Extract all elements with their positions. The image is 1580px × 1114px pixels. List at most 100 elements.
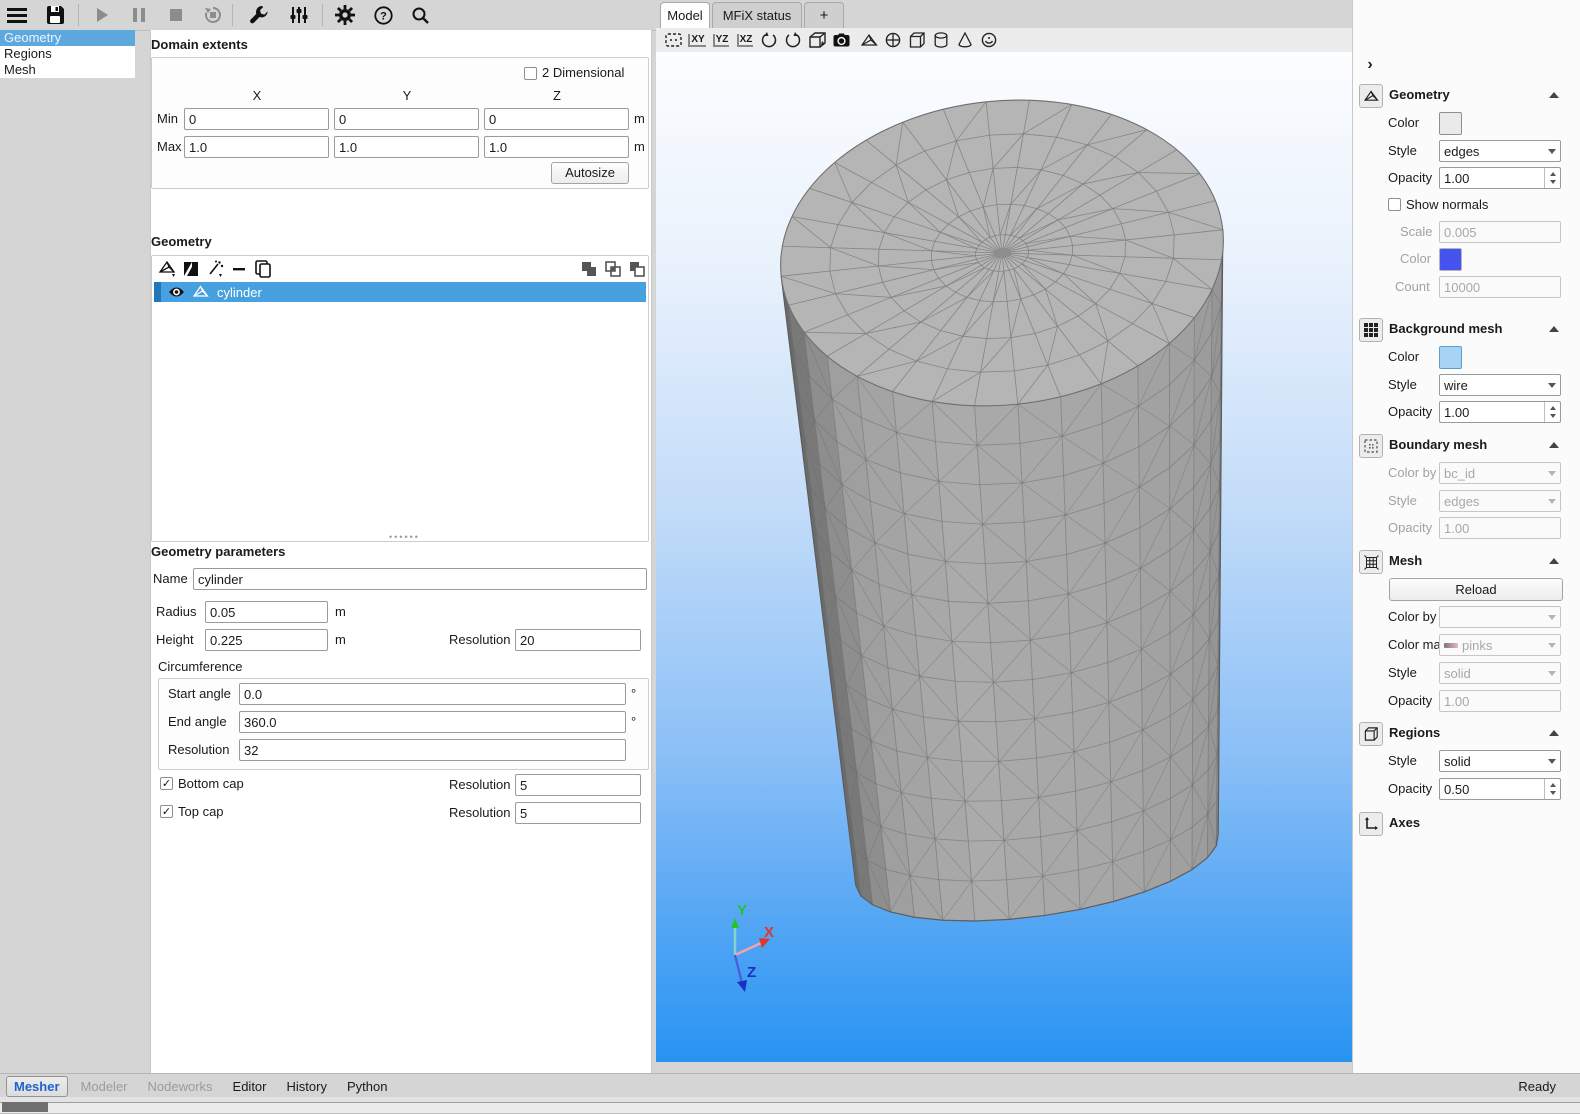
background-mesh-style-select[interactable]: wire [1439, 374, 1561, 396]
geometry-opacity-spinbox[interactable]: 1.00 [1439, 167, 1561, 189]
regions-section-icon[interactable] [1359, 722, 1383, 746]
view-yz-icon[interactable]: YZ [710, 29, 732, 51]
mode-button-history[interactable]: History [280, 1077, 334, 1096]
start-angle-input[interactable] [239, 683, 626, 705]
chevron-down-icon [1548, 759, 1556, 764]
axis-header-y: Y [362, 85, 452, 107]
reload-mesh-button[interactable]: Reload [1389, 578, 1563, 601]
spin-buttons[interactable] [1544, 779, 1560, 799]
axes-section-icon[interactable] [1359, 812, 1383, 836]
cube-widget-icon[interactable] [906, 29, 928, 51]
geometry-style-select[interactable]: edges [1439, 140, 1561, 162]
top-cap-resolution-input[interactable] [515, 802, 641, 824]
background-mesh-color-swatch[interactable] [1439, 346, 1462, 369]
tab-model[interactable]: Model [660, 2, 710, 29]
spin-buttons[interactable] [1544, 168, 1560, 188]
regions-style-select[interactable]: solid [1439, 750, 1561, 772]
collapse-panel-button[interactable]: › [1361, 56, 1379, 74]
geometry-list-group: cylinder [151, 255, 649, 542]
collapse-boundary-mesh-icon[interactable] [1549, 442, 1559, 448]
svg-text:Y: Y [737, 902, 747, 919]
xmax-input[interactable] [184, 136, 329, 158]
boolean-difference-icon[interactable] [628, 260, 646, 278]
scroll-handle[interactable] [2, 1102, 48, 1112]
two-dimensional-checkbox[interactable] [524, 67, 537, 80]
add-geometry-icon[interactable] [158, 260, 178, 278]
mesh-section-icon[interactable] [1359, 550, 1383, 574]
ymin-input[interactable] [334, 108, 479, 130]
circumference-resolution-input[interactable] [239, 739, 626, 761]
rotate-cw-icon[interactable] [782, 29, 804, 51]
new-tab-button[interactable]: + [804, 2, 844, 28]
scroll-track[interactable] [0, 1102, 1580, 1114]
background-mesh-opacity-spinbox[interactable]: 1.00 [1439, 401, 1561, 423]
boolean-union-icon[interactable] [580, 260, 598, 278]
settings-icon[interactable] [332, 2, 358, 28]
parameters-icon[interactable] [286, 2, 312, 28]
bottom-cap-resolution-input[interactable] [515, 774, 641, 796]
xmin-input[interactable] [184, 108, 329, 130]
geometry-color-label: Color [1388, 112, 1419, 134]
visibility-menu-icon[interactable] [978, 29, 1000, 51]
tab-mfix-status[interactable]: MFiX status [712, 2, 802, 28]
view-xy-icon[interactable]: XY [686, 29, 708, 51]
reset-icon[interactable] [200, 2, 226, 28]
collapse-regions-icon[interactable] [1549, 730, 1559, 736]
add-stl-icon[interactable] [182, 260, 200, 278]
3d-viewport[interactable]: Y X Z [656, 52, 1352, 1062]
cone-widget-icon[interactable] [954, 29, 976, 51]
help-icon[interactable]: ? [370, 2, 396, 28]
geometry-section-icon[interactable] [1359, 84, 1383, 108]
boolean-intersect-icon[interactable] [604, 260, 622, 278]
collapse-mesh-icon[interactable] [1549, 558, 1559, 564]
view-xz-icon[interactable]: XZ [734, 29, 756, 51]
height-resolution-input[interactable] [515, 629, 641, 651]
cylinder-widget-icon[interactable] [930, 29, 952, 51]
radius-input[interactable] [205, 601, 328, 623]
menu-icon[interactable] [4, 2, 30, 28]
pause-icon[interactable] [126, 2, 152, 28]
sidebar-item-mesh[interactable]: Mesh [0, 62, 135, 78]
boundary-mesh-color-by-label: Color by [1388, 462, 1436, 484]
name-input[interactable] [193, 568, 647, 590]
splitter-handle[interactable]: •••••• [389, 532, 420, 542]
mode-button-mesher[interactable]: Mesher [6, 1076, 68, 1097]
collapse-geometry-icon[interactable] [1549, 92, 1559, 98]
mode-button-python[interactable]: Python [340, 1077, 394, 1096]
min-label: Min [157, 108, 178, 130]
collapse-background-mesh-icon[interactable] [1549, 326, 1559, 332]
save-icon[interactable] [42, 2, 68, 28]
sidebar-item-regions[interactable]: Regions [0, 46, 135, 62]
bottom-cap-checkbox[interactable] [160, 777, 173, 790]
ymax-input[interactable] [334, 136, 479, 158]
run-icon[interactable] [89, 2, 115, 28]
sphere-widget-icon[interactable] [882, 29, 904, 51]
remove-icon[interactable] [232, 260, 246, 278]
geometry-color-swatch[interactable] [1439, 112, 1462, 135]
screenshot-camera-icon[interactable] [830, 29, 852, 51]
fit-view-icon[interactable] [662, 29, 684, 51]
mode-button-editor[interactable]: Editor [226, 1077, 274, 1096]
zmin-input[interactable] [484, 108, 629, 130]
stop-icon[interactable] [163, 2, 189, 28]
geometry-list-item-cylinder[interactable]: cylinder [154, 282, 646, 302]
autosize-button[interactable]: Autosize [551, 162, 629, 184]
copy-icon[interactable] [254, 260, 272, 278]
background-mesh-section-icon[interactable] [1359, 318, 1383, 342]
top-cap-checkbox[interactable] [160, 805, 173, 818]
geometry-visibility-icon[interactable] [858, 29, 880, 51]
spin-buttons[interactable] [1544, 402, 1560, 422]
regions-opacity-spinbox[interactable]: 0.50 [1439, 778, 1561, 800]
sidebar-item-geometry[interactable]: Geometry [0, 30, 135, 46]
boundary-mesh-section-icon[interactable] [1359, 434, 1383, 458]
end-angle-input[interactable] [239, 711, 626, 733]
rotate-ccw-icon[interactable] [758, 29, 780, 51]
build-icon[interactable] [246, 2, 272, 28]
perspective-icon[interactable] [806, 29, 828, 51]
show-normals-checkbox[interactable] [1388, 198, 1401, 211]
filter-wand-icon[interactable] [206, 260, 226, 278]
search-icon[interactable] [407, 2, 433, 28]
height-input[interactable] [205, 629, 328, 651]
visibility-eye-icon[interactable] [168, 286, 185, 298]
zmax-input[interactable] [484, 136, 629, 158]
